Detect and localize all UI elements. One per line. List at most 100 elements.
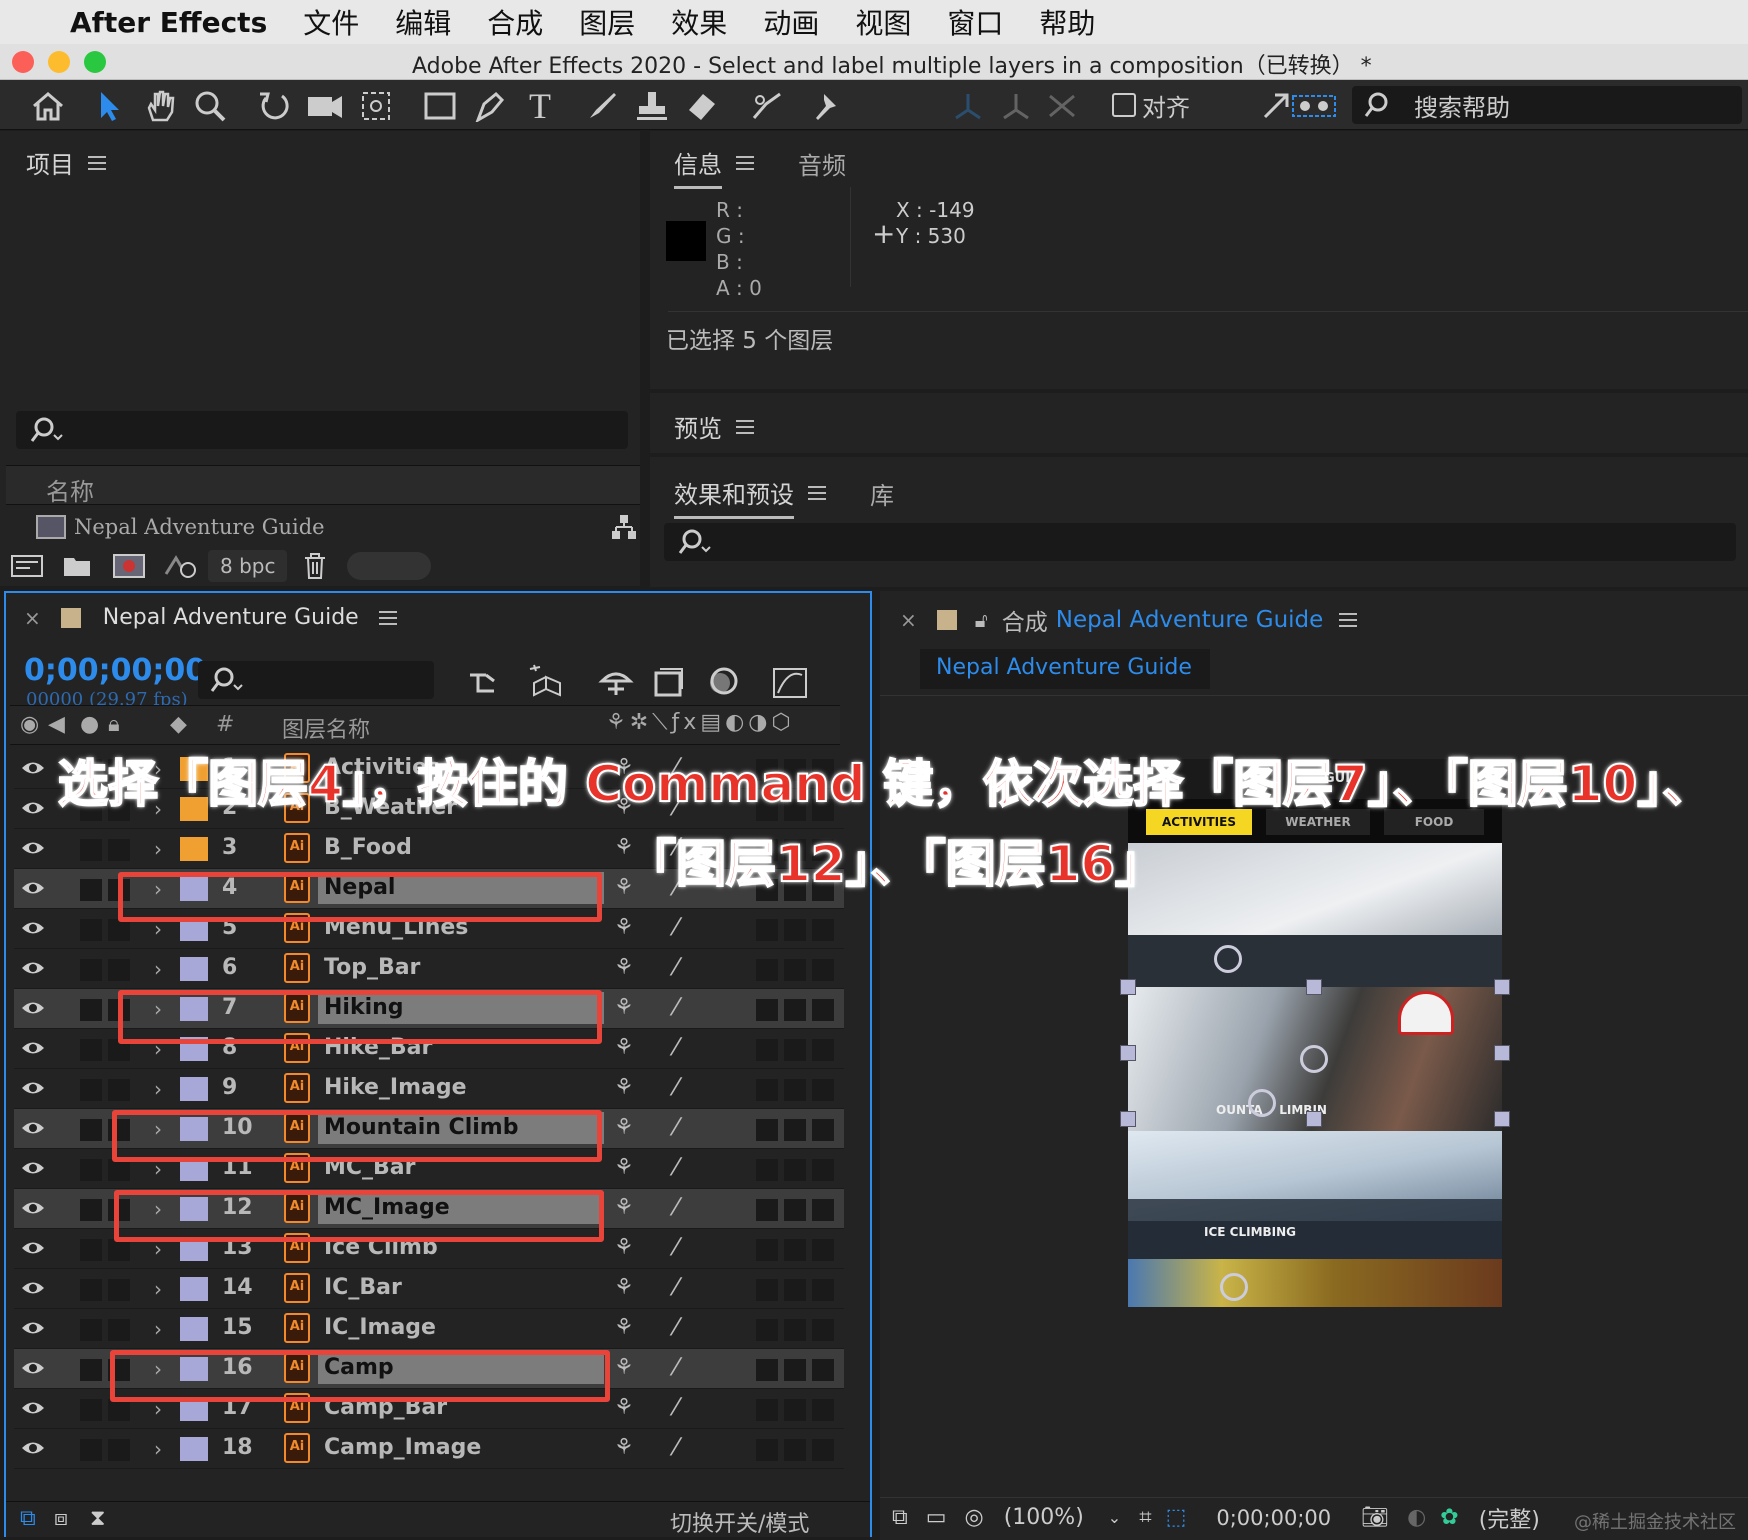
transform-handle[interactable] (1120, 979, 1136, 995)
mask-visibility-icon[interactable]: ◎ (965, 1505, 984, 1530)
menu-item-window[interactable]: 窗口 (947, 2, 1003, 42)
switch-cell[interactable] (784, 1239, 806, 1261)
layer-search-input[interactable] (198, 661, 434, 699)
eye-icon[interactable] (20, 1199, 46, 1217)
eye-icon[interactable] (20, 1359, 46, 1377)
shy-switch-icon[interactable]: ⚘ (614, 1315, 634, 1340)
switch-cell[interactable] (756, 999, 778, 1021)
effects-search-input[interactable] (664, 523, 1736, 561)
quality-switch-icon[interactable]: ⁄ (674, 953, 678, 981)
layer-row[interactable]: › 14 Ai IC_Bar ⚘ ⁄ (14, 1269, 844, 1309)
switch-cell[interactable] (812, 1239, 834, 1261)
eye-icon[interactable] (20, 1399, 46, 1417)
pen-tool-icon[interactable] (470, 86, 510, 126)
layer-label-color[interactable] (180, 837, 208, 861)
interpret-footage-icon[interactable] (10, 554, 44, 578)
chevron-right-icon[interactable]: › (154, 837, 162, 861)
switch-cell[interactable] (812, 1319, 834, 1341)
home-icon[interactable] (28, 86, 68, 126)
solo-toggle[interactable] (80, 959, 102, 981)
solo-toggle[interactable] (80, 1319, 102, 1341)
solo-toggle[interactable] (80, 839, 102, 861)
composition-mini-flowchart-icon[interactable] (466, 667, 502, 697)
shy-switch-icon[interactable]: ⚘ (614, 1115, 634, 1140)
view-axis-icon[interactable] (1042, 86, 1082, 126)
eye-icon[interactable] (20, 1319, 46, 1337)
switch-cell[interactable] (756, 1239, 778, 1261)
anchor-point-icon[interactable] (1220, 1273, 1248, 1301)
comp-tab-name[interactable]: Nepal Adventure Guide (1056, 607, 1324, 633)
quality-switch-icon[interactable]: ⁄ (674, 1313, 678, 1341)
panel-menu-icon[interactable] (808, 486, 826, 500)
menu-item-file[interactable]: 文件 (303, 2, 359, 42)
minimize-window-button[interactable] (48, 51, 70, 73)
transform-handle[interactable] (1494, 979, 1510, 995)
tab-library[interactable]: 库 (870, 476, 894, 511)
shy-switch-icon[interactable]: ⚘ (614, 1275, 634, 1300)
solo-toggle[interactable] (80, 1079, 102, 1101)
switch-cell[interactable] (784, 1039, 806, 1061)
switch-cell[interactable] (812, 1039, 834, 1061)
solo-toggle[interactable] (80, 1439, 102, 1461)
eye-icon[interactable] (20, 919, 46, 937)
column-name-header[interactable]: 名称 (46, 472, 94, 507)
switch-cell[interactable] (756, 1319, 778, 1341)
switch-cell[interactable] (756, 1279, 778, 1301)
switch-cell[interactable] (756, 1119, 778, 1141)
switch-cell[interactable] (756, 919, 778, 941)
solo-toggle[interactable] (80, 1039, 102, 1061)
shy-switch-icon[interactable]: ⚘ (614, 1355, 634, 1380)
composition-viewer[interactable]: GUID ACTIVITIES WEATHER FOOD OUNTA LIMBI… (1120, 759, 1510, 1307)
quality-switch-icon[interactable]: ⁄ (674, 1233, 678, 1261)
lock-toggle[interactable] (108, 1399, 130, 1421)
solo-toggle[interactable] (80, 999, 102, 1021)
solo-toggle[interactable] (80, 1159, 102, 1181)
layer-label-color[interactable] (180, 1077, 208, 1101)
shy-switch-icon[interactable]: ⚘ (614, 915, 634, 940)
switch-cell[interactable] (812, 1159, 834, 1181)
eye-icon[interactable] (20, 839, 46, 857)
app-name-menu[interactable]: After Effects (70, 6, 267, 39)
eye-icon[interactable] (20, 1159, 46, 1177)
switch-cell[interactable] (784, 919, 806, 941)
solo-toggle[interactable] (80, 1239, 102, 1261)
panel-menu-icon[interactable] (88, 155, 106, 170)
quality-switch-icon[interactable]: ⁄ (674, 1153, 678, 1181)
anchor-point-icon[interactable] (1300, 1045, 1328, 1073)
quality-switch-icon[interactable]: ⁄ (674, 913, 678, 941)
layer-name[interactable]: Top_Bar (324, 955, 420, 980)
switch-cell[interactable] (784, 999, 806, 1021)
lock-column-icon[interactable]: 🔒︎ (108, 712, 120, 737)
switch-cell[interactable] (756, 1439, 778, 1461)
menu-item-effect[interactable]: 效果 (671, 2, 727, 42)
switch-cell[interactable] (756, 959, 778, 981)
panel-menu-icon[interactable] (736, 156, 754, 170)
resolution-select[interactable]: (完整) (1479, 1502, 1540, 1534)
chevron-right-icon[interactable]: › (154, 1277, 162, 1301)
layer-switches-icon[interactable]: ⧉ (20, 1506, 36, 1531)
switch-cell[interactable] (812, 1199, 834, 1221)
motion-blur-icon[interactable] (706, 665, 740, 699)
eye-icon[interactable] (20, 759, 46, 777)
switch-cell[interactable] (784, 1359, 806, 1381)
switch-cell[interactable] (812, 1079, 834, 1101)
quality-switch-icon[interactable]: ⁄ (674, 1433, 678, 1461)
lock-toggle[interactable] (108, 1239, 130, 1261)
layer-name[interactable]: Camp_Image (324, 1435, 481, 1460)
new-composition-icon[interactable] (112, 553, 146, 579)
quality-switch-icon[interactable]: ⁄ (674, 1193, 678, 1221)
lock-toggle[interactable] (108, 1279, 130, 1301)
eye-icon[interactable] (20, 1279, 46, 1297)
show-snapshot-icon[interactable]: ◐ (1407, 1505, 1426, 1530)
type-tool-icon[interactable]: T (520, 86, 560, 126)
menu-item-animation[interactable]: 动画 (763, 2, 819, 42)
solo-column-icon[interactable]: ● (80, 712, 99, 737)
frame-blending-icon[interactable] (652, 665, 684, 697)
shy-switch-icon[interactable]: ⚘ (614, 995, 634, 1020)
clone-stamp-tool-icon[interactable] (632, 86, 672, 126)
layer-name[interactable]: IC_Bar (324, 1275, 402, 1300)
switch-cell[interactable] (784, 1079, 806, 1101)
selection-tool-icon[interactable] (90, 86, 130, 126)
switch-cell[interactable] (784, 1399, 806, 1421)
layer-row[interactable]: › 6 Ai Top_Bar ⚘ ⁄ (14, 949, 844, 989)
